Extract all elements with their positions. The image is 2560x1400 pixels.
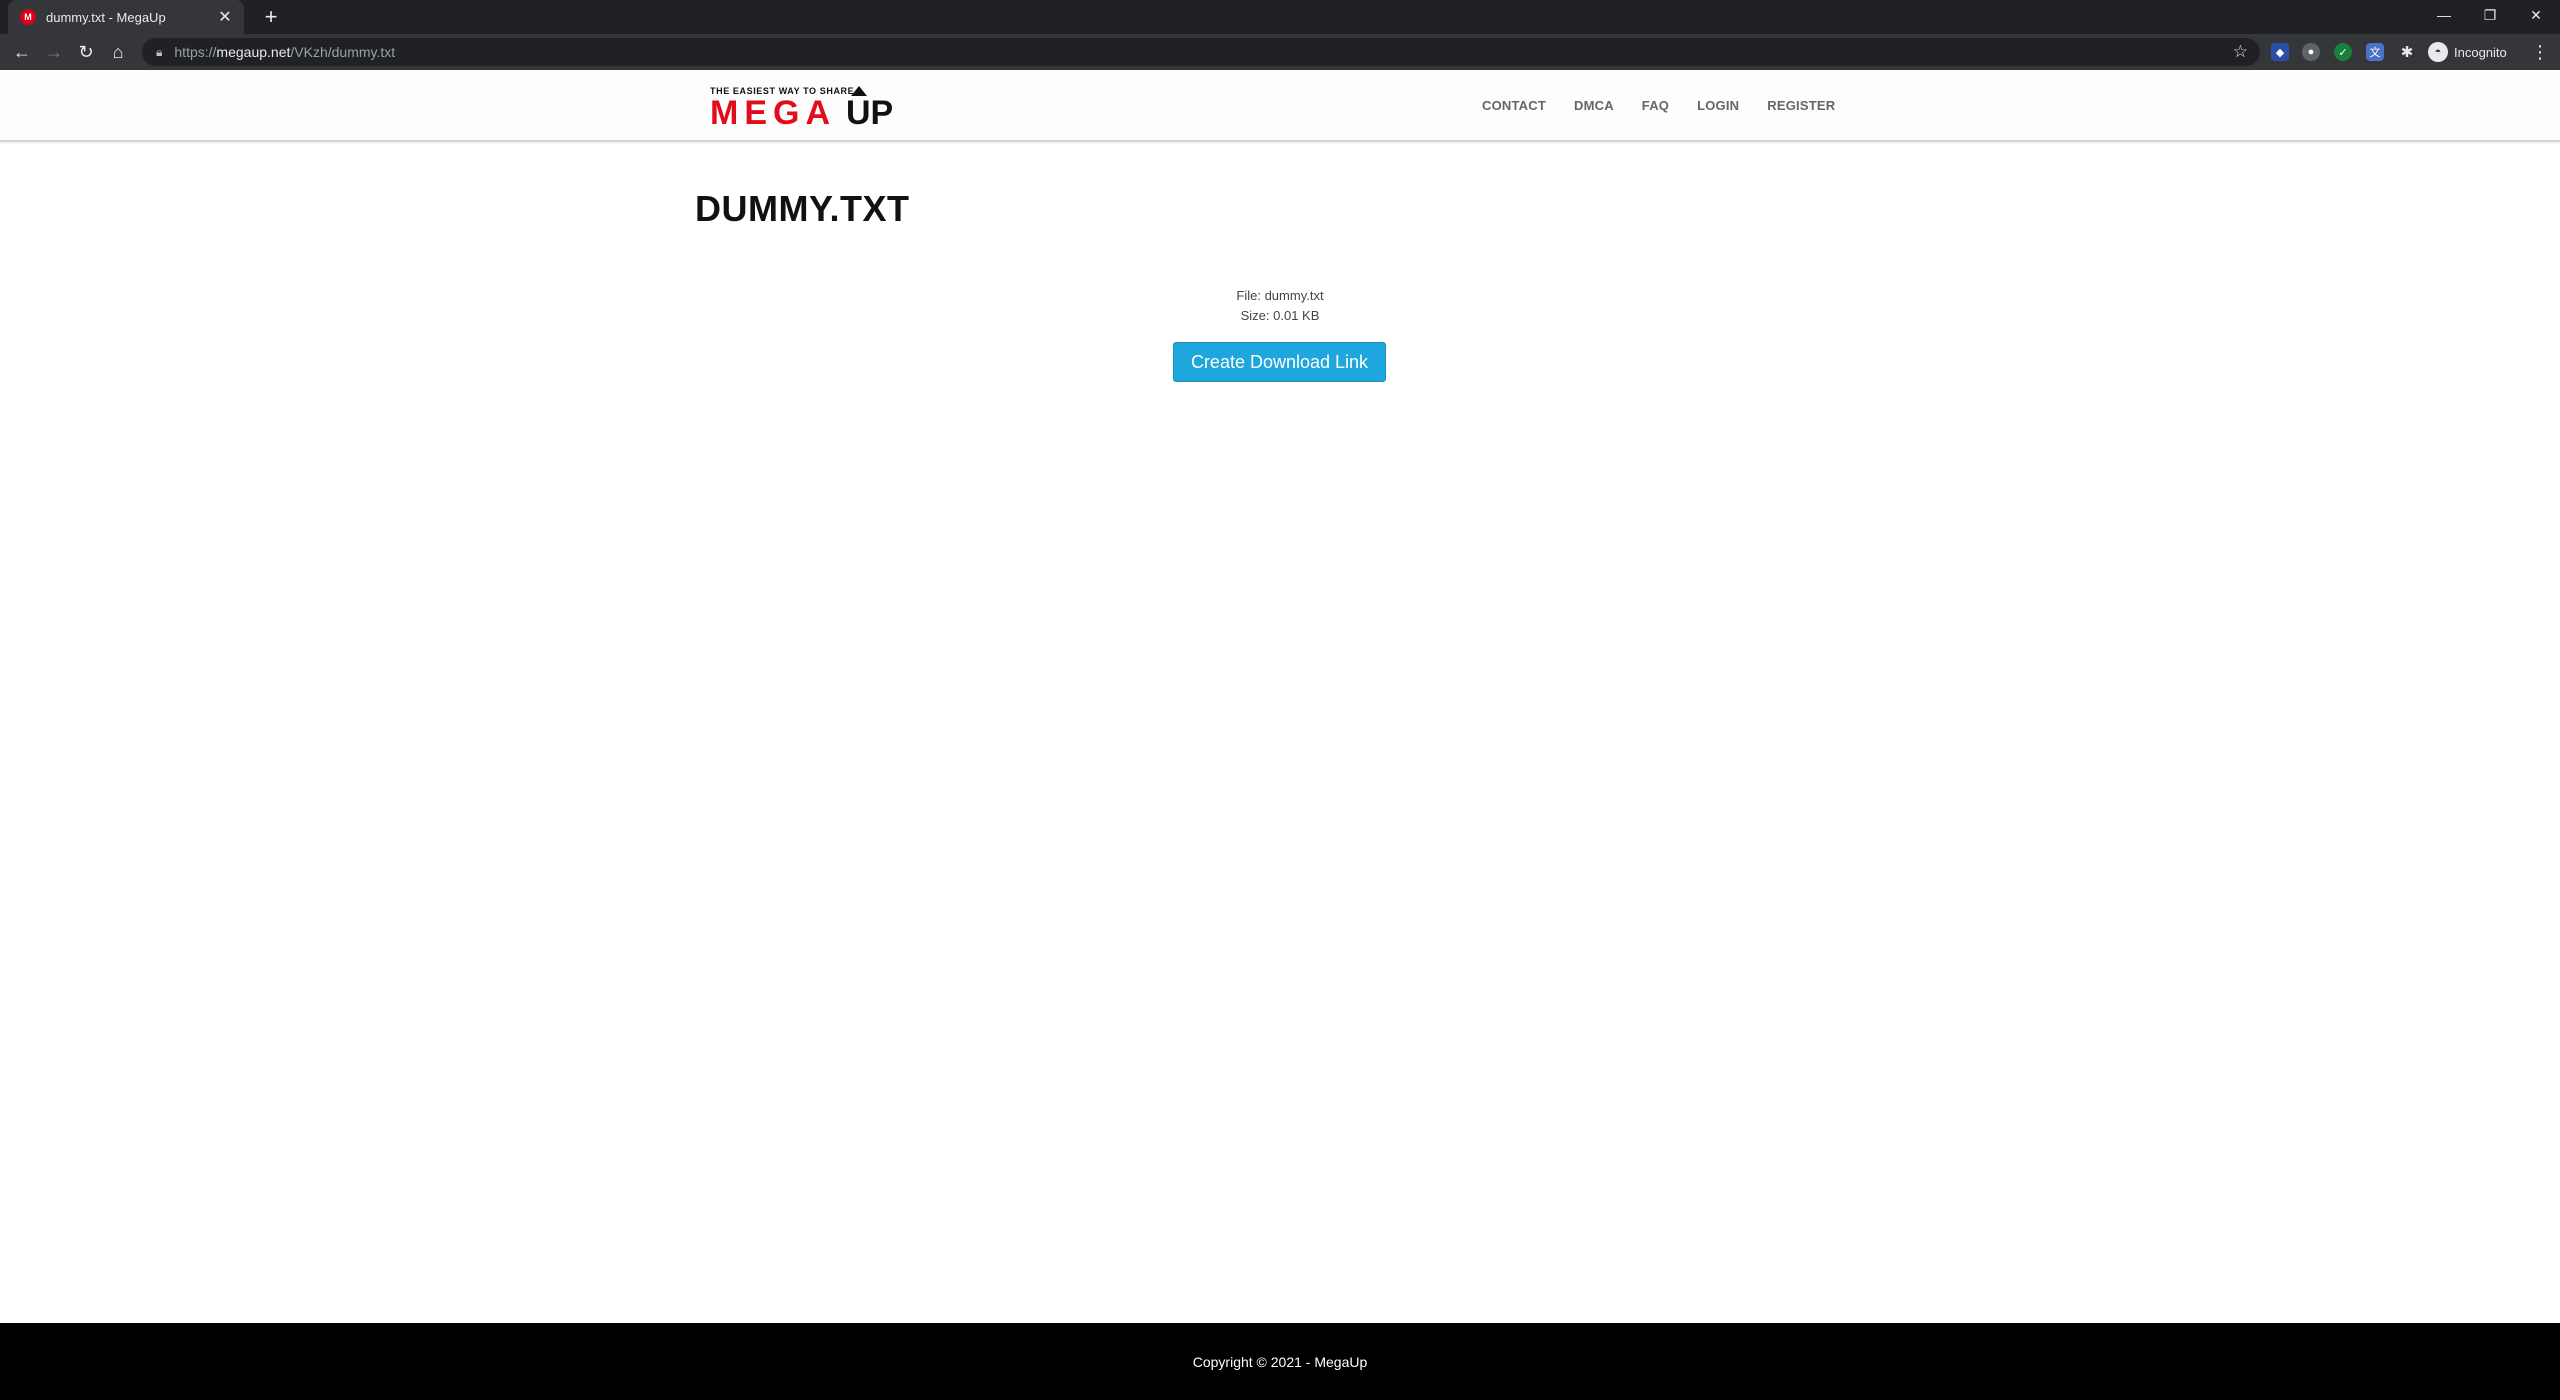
reload-button[interactable]: ↻: [72, 38, 100, 66]
shield-extension-icon[interactable]: ◆: [2271, 43, 2289, 61]
puzzle-extensions-icon[interactable]: ✱: [2398, 43, 2416, 61]
copyright-text: Copyright © 2021 - MegaUp: [1192, 1353, 1368, 1370]
main-nav: CONTACT DMCA FAQ LOGIN REGISTER: [1482, 98, 1863, 113]
circle-extension-icon[interactable]: ●: [2302, 43, 2320, 61]
browser-toolbar: ← → ↻ ⌂ 🔒︎ https://megaup.net/VKzh/dummy…: [0, 34, 2560, 70]
green-shield-extension-icon[interactable]: ✓: [2334, 43, 2352, 61]
file-info: File: dummy.txt Size: 0.01 KB: [1130, 286, 1430, 326]
site-footer: Copyright © 2021 - MegaUp: [0, 1323, 2560, 1400]
url-path: /VKzh/dummy.txt: [290, 44, 396, 60]
close-window-button[interactable]: ✕: [2516, 0, 2556, 30]
page-title: DUMMY.TXT: [695, 188, 910, 229]
new-tab-button[interactable]: +: [258, 4, 284, 30]
minimize-window-button[interactable]: —: [2424, 0, 2464, 30]
nav-login[interactable]: LOGIN: [1697, 98, 1739, 113]
browser-menu-icon[interactable]: ⋮: [2528, 38, 2552, 66]
logo-up-text: UP: [846, 94, 894, 132]
restore-window-button[interactable]: ❐: [2470, 0, 2510, 30]
url-host: megaup.net: [216, 44, 291, 60]
incognito-label: Incognito: [2454, 44, 2507, 60]
back-button[interactable]: ←: [8, 38, 36, 66]
tab-title: dummy.txt - MegaUp: [46, 9, 166, 25]
close-tab-icon[interactable]: ✕: [216, 7, 234, 27]
browser-tab-strip: M dummy.txt - MegaUp ✕ + — ❐ ✕: [0, 0, 2560, 34]
incognito-icon: ◓: [2428, 42, 2448, 62]
nav-dmca[interactable]: DMCA: [1574, 98, 1614, 113]
file-name-line: File: dummy.txt: [1236, 288, 1324, 303]
lock-icon[interactable]: 🔒︎: [156, 45, 162, 60]
nav-register[interactable]: REGISTER: [1767, 98, 1835, 113]
home-button[interactable]: ⌂: [104, 38, 132, 66]
translate-extension-icon[interactable]: 文: [2366, 43, 2384, 61]
megaup-favicon-icon: M: [20, 9, 36, 25]
site-header: THE EASIEST WAY TO SHARE MEGA UP CONTACT…: [0, 70, 2560, 142]
create-download-link-button[interactable]: Create Download Link: [1173, 342, 1386, 382]
url-scheme: https://: [174, 44, 217, 60]
bookmark-star-icon[interactable]: ☆: [2233, 42, 2248, 62]
forward-button[interactable]: →: [40, 38, 68, 66]
incognito-indicator[interactable]: ◓ Incognito: [2428, 40, 2507, 64]
logo-mega-text: MEGA: [710, 94, 836, 132]
megaup-logo[interactable]: THE EASIEST WAY TO SHARE MEGA UP: [710, 86, 915, 130]
file-size-line: Size: 0.01 KB: [1240, 308, 1320, 323]
browser-tab[interactable]: M dummy.txt - MegaUp ✕: [8, 0, 244, 34]
nav-faq[interactable]: FAQ: [1642, 98, 1669, 113]
nav-contact[interactable]: CONTACT: [1482, 98, 1546, 113]
address-bar[interactable]: 🔒︎ https://megaup.net/VKzh/dummy.txt ☆: [142, 38, 2260, 66]
